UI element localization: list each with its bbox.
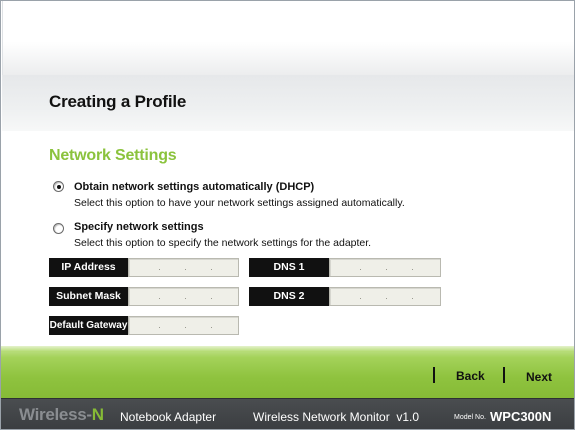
back-button[interactable]: Back [456,369,485,383]
dns1-input[interactable] [329,258,441,277]
brand-suffix: N [91,405,104,424]
section-title: Network Settings [49,147,177,164]
default-gateway-input[interactable] [128,316,239,335]
subnet-mask-label: Subnet Mask [49,287,128,306]
dns2-input[interactable] [329,287,441,306]
product-name: Notebook Adapter [120,410,217,424]
next-separator [503,367,505,383]
option-specify-description: Select this option to specify the networ… [74,237,372,249]
brand-logo: Wireless-N [19,405,104,425]
header-band [2,1,574,75]
page-title: Creating a Profile [49,92,187,111]
option-dhcp-description: Select this option to have your network … [74,197,405,209]
subnet-mask-input[interactable] [128,287,239,306]
radio-specify[interactable] [53,223,64,234]
radio-dhcp[interactable] [53,181,64,192]
profile-wizard-window: Creating a Profile Network Settings Obta… [0,0,575,430]
option-specify-label[interactable]: Specify network settings [74,221,204,233]
next-button[interactable]: Next [526,370,552,384]
option-dhcp-label[interactable]: Obtain network settings automatically (D… [74,181,314,193]
default-gateway-label: Default Gateway [49,316,128,335]
dns2-label: DNS 2 [249,287,329,306]
nav-bar [1,346,574,398]
model-label: Model No. [454,414,486,421]
ip-address-input[interactable] [128,258,239,277]
app-name: Wireless Network Monitor v1.0 [253,410,420,424]
dns1-label: DNS 1 [249,258,329,277]
model-number: WPC300N [490,409,552,424]
brand-prefix: Wireless- [19,405,92,424]
back-separator [433,367,435,383]
ip-address-label: IP Address [49,258,128,277]
